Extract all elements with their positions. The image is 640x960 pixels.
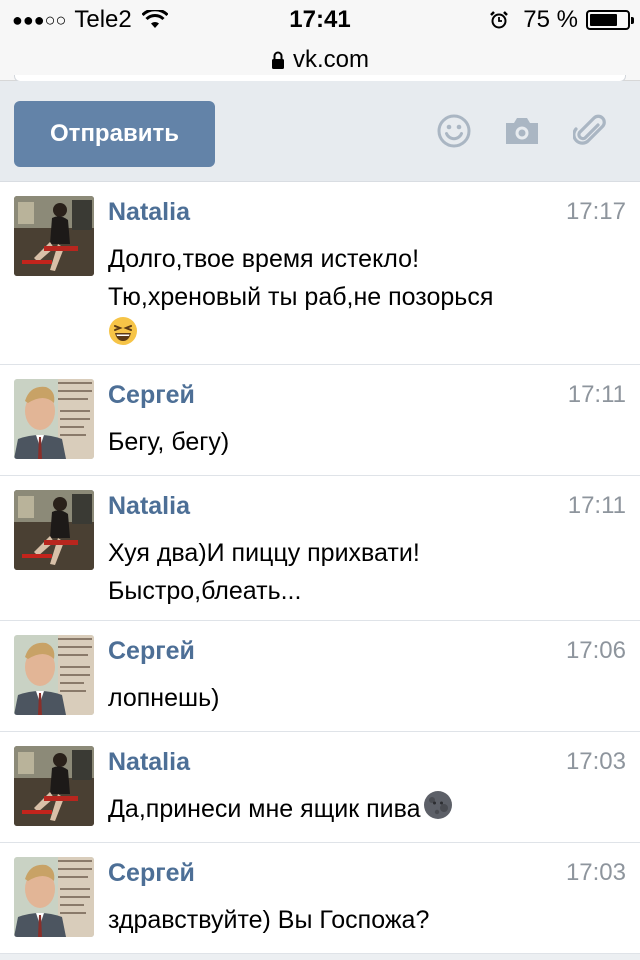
avatar[interactable] (14, 379, 94, 459)
camera-icon[interactable] (502, 111, 542, 151)
message-line (108, 316, 620, 357)
message-list: Natalia 17:17 Долго,твое время истекло! Тю,… (0, 182, 640, 954)
new-moon-face-emoji-icon (423, 790, 453, 831)
message-author[interactable]: Natalia (108, 198, 190, 227)
avatar-photo (14, 857, 94, 937)
grinning-squint-emoji-icon (108, 316, 138, 357)
message-time: 17:11 (567, 492, 626, 519)
composer-icons (434, 111, 610, 151)
message-time: 17:11 (567, 381, 626, 408)
url-text: vk.com (292, 46, 369, 73)
message-item[interactable]: Сергей 17:11 Бегу, бегу) (0, 365, 640, 476)
send-button[interactable]: Отправить (14, 101, 215, 167)
battery-percent: 75 % (523, 6, 578, 33)
address-bar[interactable]: vk.com (0, 40, 640, 82)
status-right: 75 % (489, 6, 634, 34)
message-time: 17:17 (565, 198, 626, 225)
message-line-text: Долго,твое время истекло! (108, 245, 420, 273)
message-item[interactable]: Сергей 17:03 здравствуйте) Вы Госпожа? (0, 843, 640, 954)
battery-icon (586, 10, 634, 30)
avatar[interactable] (14, 746, 94, 826)
message-line-text: Хуя два)И пиццу прихвати! (108, 539, 420, 567)
message-text: Да,принеси мне ящик пива (108, 790, 620, 831)
message-line: Да,принеси мне ящик пива (108, 790, 620, 831)
message-author[interactable]: Natalia (108, 492, 190, 521)
message-text: здравствуйте) Вы Госпожа? (108, 901, 620, 939)
message-time: 17:03 (565, 859, 626, 886)
status-bar: ●●●○○ Tele2 17:41 75 % (0, 0, 640, 40)
avatar[interactable] (14, 196, 94, 276)
message-time: 17:03 (565, 748, 626, 775)
message-author[interactable]: Сергей (108, 637, 195, 666)
alarm-clock-icon (490, 11, 509, 29)
message-line: Хуя два)И пиццу прихвати! (108, 534, 620, 572)
smiley-icon[interactable] (434, 111, 474, 151)
message-line-text: Быстро,блеать... (108, 577, 302, 605)
avatar[interactable] (14, 490, 94, 570)
avatar[interactable] (14, 635, 94, 715)
message-author[interactable]: Natalia (108, 748, 190, 777)
message-item[interactable]: Сергей 17:06 лопнешь) (0, 621, 640, 732)
avatar-photo (14, 635, 94, 715)
avatar-photo (14, 490, 94, 570)
message-time: 17:06 (565, 637, 626, 664)
message-line-text: лопнешь) (108, 684, 220, 712)
message-text: Бегу, бегу) (108, 423, 620, 461)
battery-fill (590, 14, 617, 26)
message-author[interactable]: Сергей (108, 381, 195, 410)
lock-icon (271, 51, 284, 69)
message-line-text: Тю,хреновый ты раб,не позорься (108, 283, 494, 311)
avatar[interactable] (14, 857, 94, 937)
message-item[interactable]: Natalia 17:17 Долго,твое время истекло! Тю,… (0, 182, 640, 365)
message-line-text: здравствуйте) Вы Госпожа? (108, 906, 430, 934)
message-line: Бегу, бегу) (108, 423, 620, 461)
message-line: здравствуйте) Вы Госпожа? (108, 901, 620, 939)
message-line-text: Бегу, бегу) (108, 428, 230, 456)
composer-toolbar: Отправить (0, 81, 640, 182)
message-line: Тю,хреновый ты раб,не позорься (108, 278, 620, 316)
message-author[interactable]: Сергей (108, 859, 195, 888)
message-text: лопнешь) (108, 679, 620, 717)
message-line: Быстро,блеать... (108, 572, 620, 610)
avatar-photo (14, 746, 94, 826)
message-line: лопнешь) (108, 679, 620, 717)
avatar-photo (14, 196, 94, 276)
paperclip-icon[interactable] (570, 111, 610, 151)
avatar-photo (14, 379, 94, 459)
message-text: Долго,твое время истекло! Тю,хреновый ты … (108, 240, 620, 357)
message-text: Хуя два)И пиццу прихвати! Быстро,блеать..… (108, 534, 620, 610)
message-line: Долго,твое время истекло! (108, 240, 620, 278)
message-item[interactable]: Natalia 17:03 Да,принеси мне ящик пива (0, 732, 640, 843)
message-line-text: Да,принеси мне ящик пива (108, 795, 421, 824)
message-item[interactable]: Natalia 17:11 Хуя два)И пиццу прихвати! Быс… (0, 476, 640, 621)
